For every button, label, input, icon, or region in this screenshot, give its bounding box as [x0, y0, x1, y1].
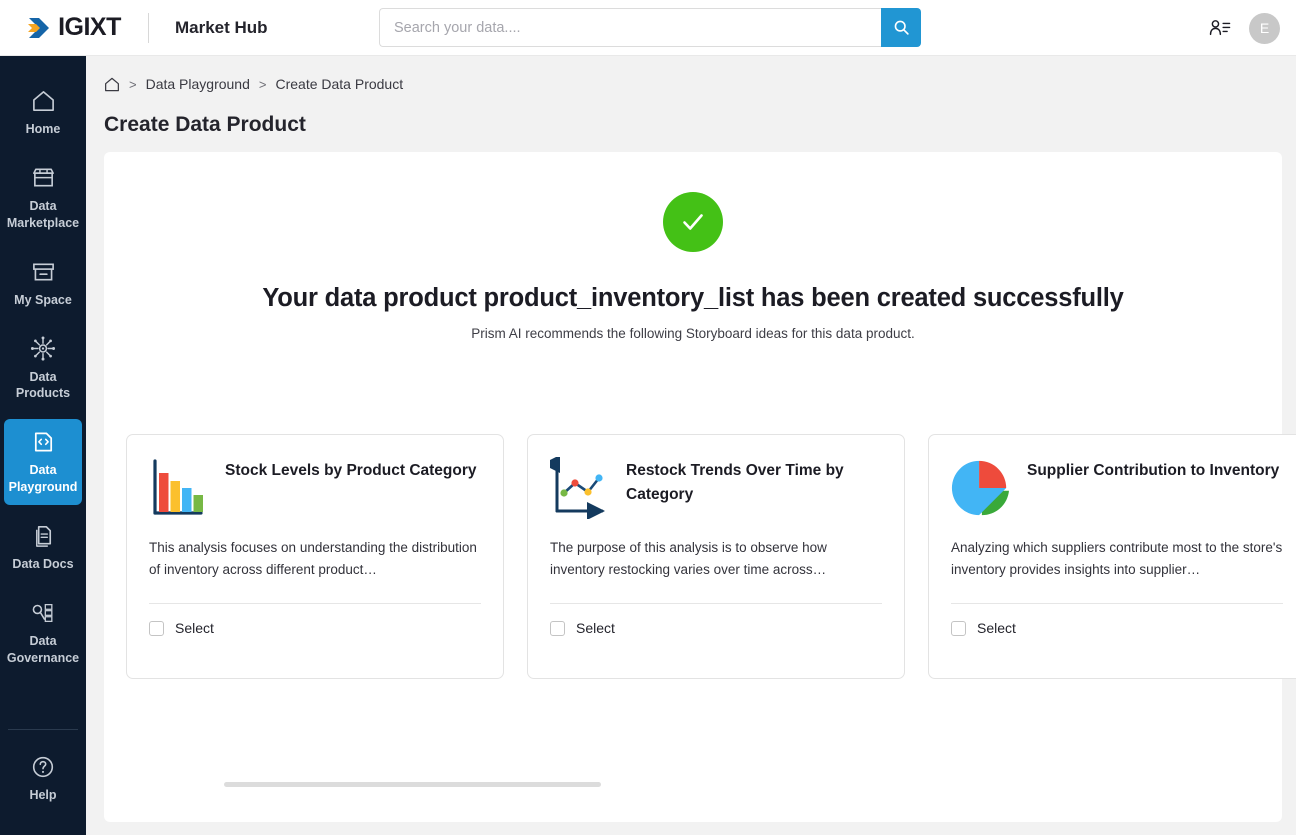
- logo-chevron-icon: [28, 17, 50, 38]
- search-icon: [894, 20, 909, 35]
- header-divider: [148, 12, 149, 43]
- user-list-glyph: [1209, 20, 1231, 36]
- sidebar-item-my-space[interactable]: My Space: [4, 249, 82, 318]
- storyboard-cards-row: Stock Levels by Product Category This an…: [118, 434, 1296, 679]
- header-actions: E: [1209, 0, 1280, 56]
- card-select-checkbox[interactable]: [951, 620, 966, 636]
- breadcrumb-item-data-playground[interactable]: Data Playground: [146, 76, 250, 92]
- breadcrumb-separator-2: >: [258, 76, 267, 92]
- sidebar-label-help: Help: [29, 788, 57, 803]
- card-header: Supplier Contribution to Inventory: [951, 455, 1283, 537]
- logo-text: IGIXT: [58, 13, 121, 41]
- card-select-checkbox[interactable]: [149, 620, 164, 636]
- sidebar-label-data-marketplace: Data Marketplace: [6, 198, 80, 230]
- card-select-row: Select: [951, 604, 1283, 636]
- sidebar-label-data-products: Data Products: [15, 369, 71, 401]
- breadcrumb: > Data Playground > Create Data Product: [104, 76, 1278, 92]
- line-chart-icon: [542, 455, 608, 524]
- sidebar-item-data-governance[interactable]: Data Governance: [4, 590, 82, 676]
- storyboard-cards-scroller[interactable]: Stock Levels by Product Category This an…: [118, 434, 1296, 704]
- breadcrumb-separator-1: >: [129, 76, 137, 92]
- global-search: [379, 8, 921, 47]
- logo-container[interactable]: IGIXT: [0, 15, 148, 40]
- sidebar-item-data-docs[interactable]: Data Docs: [4, 513, 82, 582]
- breadcrumb-home-icon[interactable]: [104, 77, 120, 92]
- sidebar-separator: [8, 729, 78, 731]
- card-select-label[interactable]: Select: [977, 620, 1016, 636]
- card-description: This analysis focuses on understanding t…: [149, 540, 477, 577]
- app-title: Market Hub: [175, 17, 268, 37]
- sidebar-item-home[interactable]: Home: [4, 78, 82, 147]
- card-select-row: Select: [149, 604, 481, 636]
- code-file-icon: [31, 429, 56, 455]
- card-select-row: Select: [550, 604, 882, 636]
- sidebar-item-data-products[interactable]: Data Products: [4, 326, 82, 412]
- hub-network-icon: [30, 336, 56, 362]
- pie-chart-icon: [951, 455, 1009, 524]
- storyboard-card-stock-levels[interactable]: Stock Levels by Product Category This an…: [126, 434, 504, 679]
- card-select-label[interactable]: Select: [175, 620, 214, 636]
- sidebar-item-data-playground[interactable]: Data Playground: [4, 419, 82, 505]
- sidebar-label-home: Home: [25, 122, 61, 136]
- card-select-label[interactable]: Select: [576, 620, 615, 636]
- sidebar-label-my-space: My Space: [14, 292, 72, 307]
- breadcrumb-bar: > Data Playground > Create Data Product …: [86, 56, 1296, 152]
- archive-box-icon: [31, 259, 56, 285]
- sidebar-item-help[interactable]: Help: [4, 744, 82, 813]
- storyboard-card-restock-trends[interactable]: Restock Trends Over Time by Category The…: [527, 434, 905, 679]
- card-title: Stock Levels by Product Category: [225, 462, 477, 479]
- success-title: Your data product product_inventory_list…: [262, 284, 1124, 312]
- card-header: Restock Trends Over Time by Category: [542, 455, 882, 537]
- card-title: Supplier Contribution to Inventory: [1027, 462, 1280, 479]
- governance-checklist-icon: [30, 600, 56, 626]
- bar-chart-icon: [149, 455, 207, 524]
- sidebar-bottom: Help: [0, 729, 86, 835]
- digixt-logo: IGIXT: [27, 15, 121, 40]
- card-header: Stock Levels by Product Category: [149, 455, 481, 537]
- documents-icon: [31, 523, 56, 549]
- storefront-icon: [31, 165, 56, 191]
- avatar[interactable]: E: [1249, 12, 1280, 44]
- app-root: IGIXT Market Hub Search your data.... E …: [0, 0, 1296, 835]
- content-panel: Your data product product_inventory_list…: [104, 152, 1296, 822]
- card-title: Restock Trends Over Time by Category: [626, 462, 844, 504]
- horizontal-scrollbar[interactable]: [224, 782, 601, 787]
- check-mark-icon: [683, 214, 703, 230]
- question-circle-icon: [31, 754, 55, 780]
- success-block: Your data product product_inventory_list…: [104, 152, 1282, 341]
- card-description: The purpose of this analysis is to obser…: [550, 540, 827, 577]
- storyboard-card-supplier-contribution[interactable]: Supplier Contribution to Inventory Analy…: [928, 434, 1296, 679]
- breadcrumb-item-create-data-product: Create Data Product: [275, 76, 404, 92]
- sidebar-item-data-marketplace[interactable]: Data Marketplace: [4, 155, 82, 241]
- app-header: IGIXT Market Hub Search your data.... E: [0, 0, 1296, 56]
- search-input[interactable]: [379, 8, 881, 47]
- success-subtitle: Prism AI recommends the following Storyb…: [471, 326, 915, 341]
- user-list-icon[interactable]: [1209, 18, 1231, 38]
- home-icon: [31, 88, 56, 114]
- search-button[interactable]: [881, 8, 921, 47]
- sidebar: Home Data Marketplace My Space Data Prod…: [0, 56, 86, 835]
- card-description: Analyzing which suppliers contribute mos…: [951, 540, 1283, 577]
- sidebar-label-data-playground: Data Playground: [8, 463, 78, 495]
- main-content: > Data Playground > Create Data Product …: [86, 56, 1296, 835]
- sidebar-label-data-governance: Data Governance: [6, 633, 80, 665]
- card-select-checkbox[interactable]: [550, 620, 565, 636]
- success-check-badge: [663, 192, 723, 252]
- page-title: Create Data Product: [104, 113, 306, 136]
- sidebar-label-data-docs: Data Docs: [12, 557, 74, 571]
